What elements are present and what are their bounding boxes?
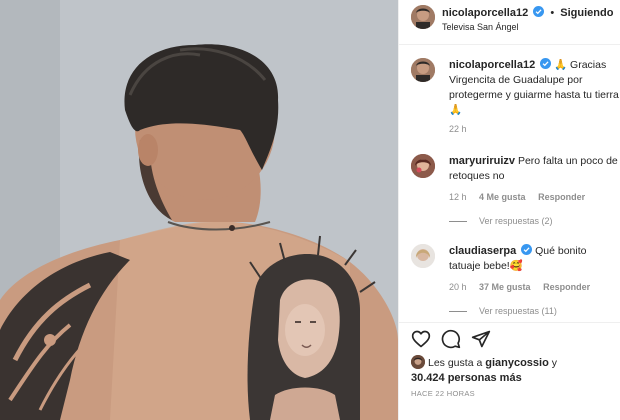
header-line: nicolaporcella12 • Siguiendo: [442, 6, 613, 19]
view-replies-label[interactable]: Ver respuestas (2): [479, 216, 553, 226]
action-bar: Les gusta a gianycossio y 30.424 persona…: [399, 322, 620, 420]
comment-username[interactable]: maryuriruizv: [449, 155, 515, 167]
likes-mid: y: [551, 357, 557, 369]
comment-time[interactable]: 12 h: [449, 192, 467, 202]
comment-likes[interactable]: 4 Me gusta: [479, 192, 526, 202]
liker-avatar[interactable]: [411, 355, 425, 369]
likes-prefix: Les gusta a: [428, 357, 483, 369]
verified-icon: [540, 58, 552, 69]
caption-username[interactable]: nicolaporcella12: [449, 59, 535, 71]
post-location[interactable]: Televisa San Ángel: [442, 22, 519, 32]
verified-icon: [533, 6, 545, 17]
commenter-avatar[interactable]: [411, 154, 435, 178]
separator-dot: •: [550, 7, 555, 19]
comments-list: nicolaporcella12 🙏 Gracias Virgencita de…: [399, 46, 620, 316]
commenter-avatar[interactable]: [411, 244, 435, 268]
comment-meta: 12 h 4 Me gusta Responder: [449, 192, 595, 202]
likes-count[interactable]: 30.424 personas más: [411, 372, 522, 384]
comment-icon[interactable]: [441, 329, 461, 349]
view-replies[interactable]: Ver respuestas (11): [449, 306, 557, 316]
heart-icon[interactable]: [411, 329, 431, 349]
post-timestamp[interactable]: HACE 22 HORAS: [411, 389, 475, 398]
author-avatar[interactable]: [411, 58, 435, 82]
post-side-panel: nicolaporcella12 • Siguiendo Televisa Sa…: [398, 0, 620, 420]
comment-time[interactable]: 20 h: [449, 282, 467, 292]
following-button[interactable]: Siguiendo: [560, 7, 613, 19]
liker-username[interactable]: gianycossio: [485, 357, 549, 369]
comment-likes[interactable]: 37 Me gusta: [479, 282, 531, 292]
view-replies-label[interactable]: Ver respuestas (11): [479, 306, 557, 316]
post-image: [0, 0, 398, 420]
caption-meta: 22 h: [449, 124, 477, 134]
caption-time[interactable]: 22 h: [449, 124, 467, 134]
verified-icon: [521, 244, 533, 255]
reply-button[interactable]: Responder: [543, 282, 590, 292]
author-username[interactable]: nicolaporcella12: [442, 7, 528, 19]
share-icon[interactable]: [471, 329, 491, 349]
reply-button[interactable]: Responder: [538, 192, 585, 202]
post-photo: [0, 0, 398, 420]
view-replies[interactable]: Ver respuestas (2): [449, 216, 553, 226]
replies-divider: [449, 221, 467, 223]
caption-text: nicolaporcella12 🙏 Gracias Virgencita de…: [449, 58, 619, 118]
comment-meta: 20 h 37 Me gusta Responder: [449, 282, 600, 292]
post-header: nicolaporcella12 • Siguiendo Televisa Sa…: [399, 0, 620, 45]
comment-text: claudiaserpa Qué bonito tatuaje bebe!🥰: [449, 244, 619, 274]
replies-divider: [449, 311, 467, 313]
comment-username[interactable]: claudiaserpa: [449, 245, 516, 257]
author-avatar[interactable]: [411, 5, 435, 29]
likes-summary: Les gusta a gianycossio y 30.424 persona…: [411, 355, 557, 386]
comment-text: maryuriruizv Pero falta un poco de retoq…: [449, 154, 619, 184]
